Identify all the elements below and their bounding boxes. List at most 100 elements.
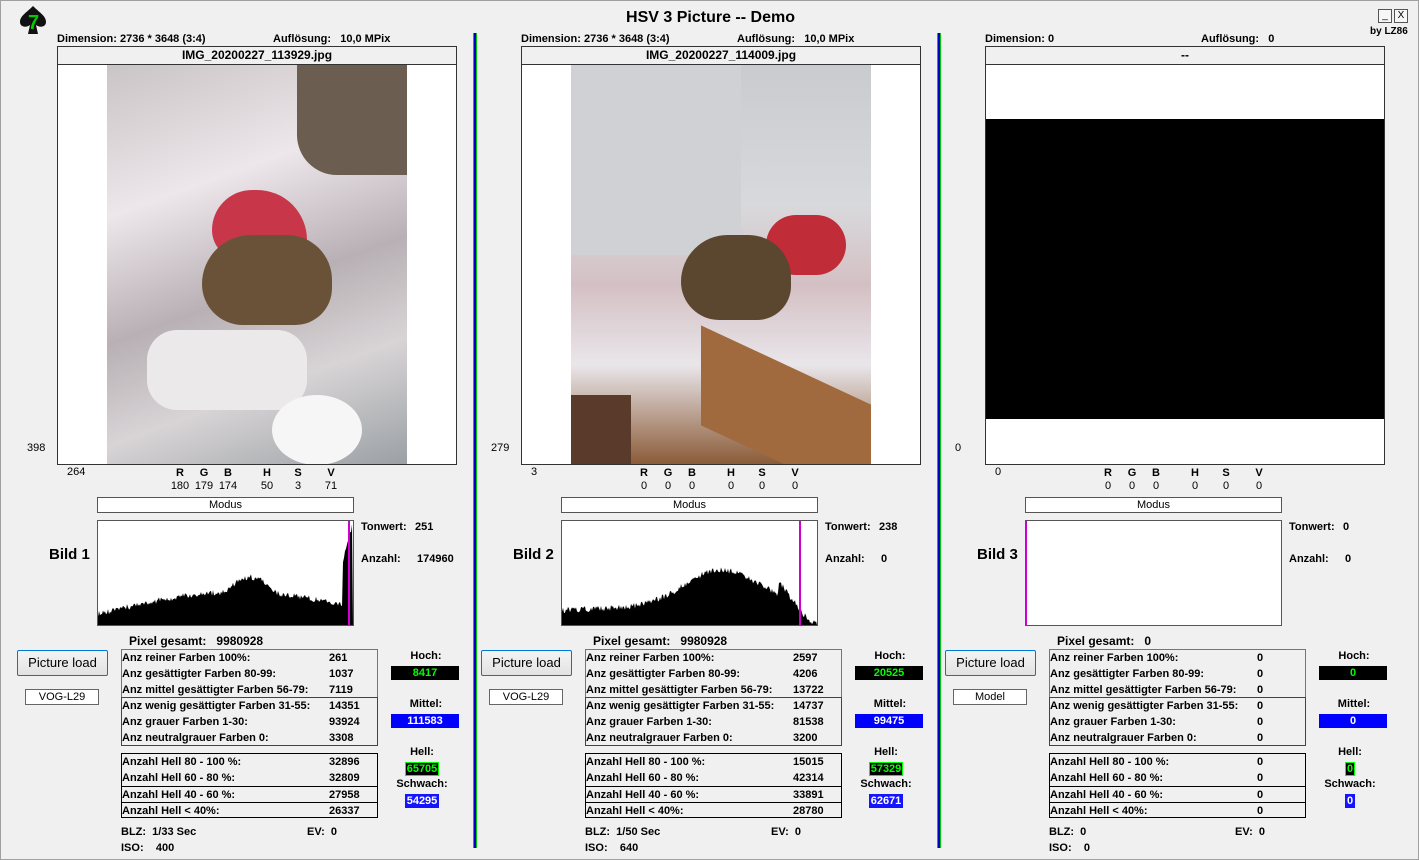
picture-load-button[interactable]: Picture load: [17, 650, 108, 676]
s-label: S: [1213, 467, 1239, 479]
stat-row: Anz reiner Farben 100%: 261: [122, 650, 377, 666]
r-label: R: [1095, 467, 1121, 479]
anzahl-value: 0: [1345, 553, 1351, 565]
stat-row: Anz reiner Farben 100%: 0: [1050, 650, 1305, 666]
histogram[interactable]: [1025, 520, 1282, 626]
stat-row: Anzahl Hell < 40%: 26337: [122, 802, 377, 818]
histogram-area: [562, 567, 817, 625]
stat-row: Anzahl Hell 40 - 60 %: 27958: [122, 786, 377, 802]
g-value: 0: [1119, 480, 1145, 492]
filename-label: --: [985, 46, 1385, 64]
stat-row: Anzahl Hell 60 - 80 %: 32809: [122, 770, 377, 786]
x-coordinate: 3: [531, 466, 537, 478]
hoch-value: 0: [1319, 666, 1387, 680]
hell-label: Hell:: [861, 746, 911, 758]
blz-label: BLZ: 1/33 Sec: [121, 826, 196, 838]
y-coordinate: 0: [955, 442, 961, 454]
hell-value: 0: [1315, 762, 1385, 776]
h-label: H: [1182, 467, 1208, 479]
stat-row: Anzahl Hell 60 - 80 %: 42314: [586, 770, 841, 786]
hoch-label: Hoch:: [1329, 650, 1379, 662]
v-label: V: [782, 467, 808, 479]
stat-row: Anz mittel gesättigter Farben 56-79: 7119: [122, 682, 377, 698]
mittel-label: Mittel:: [1329, 698, 1379, 710]
picture-load-button[interactable]: Picture load: [945, 650, 1036, 676]
stat-row: Anzahl Hell 80 - 100 %: 32896: [122, 754, 377, 770]
anzahl-label: Anzahl:: [1289, 553, 1329, 565]
filename-label: IMG_20200227_113929.jpg: [57, 46, 457, 64]
v-value: 0: [782, 480, 808, 492]
brightness-group: Anzahl Hell 80 - 100 %: 15015 Anzahl Hell…: [585, 753, 842, 818]
hoch-label: Hoch:: [401, 650, 451, 662]
image-panel-1: Dimension: 2736 * 3648 (3:4) Auflösung: …: [17, 1, 481, 860]
x-coordinate: 264: [67, 466, 85, 478]
pixel-gesamt: Pixel gesamt: 0: [1057, 634, 1151, 648]
histogram[interactable]: [97, 520, 354, 626]
histogram[interactable]: [561, 520, 818, 626]
image-panel-3: Dimension: 0 Auflösung: 0 -- 0 0 R G B H…: [945, 1, 1409, 860]
h-label: H: [254, 467, 280, 479]
s-value: 3: [285, 480, 311, 492]
stat-row: Anz gesättigter Farben 80-99: 4206: [586, 666, 841, 682]
tonwert-value: 251: [415, 521, 433, 533]
mittel-value: 111583: [391, 714, 459, 728]
hell-value: 57329: [851, 762, 921, 776]
v-value: 71: [318, 480, 344, 492]
b-label: B: [1143, 467, 1169, 479]
brightness-group: Anzahl Hell 80 - 100 %: 0 Anzahl Hell 60 …: [1049, 753, 1306, 818]
hell-value: 65705: [387, 762, 457, 776]
photo-placeholder: [986, 119, 1384, 419]
v-label: V: [1246, 467, 1272, 479]
hell-label: Hell:: [397, 746, 447, 758]
hoch-value: 20525: [855, 666, 923, 680]
hoch-value: 8417: [391, 666, 459, 680]
stat-row: Anz reiner Farben 100%: 2597: [586, 650, 841, 666]
stat-row: Anzahl Hell 40 - 60 %: 0: [1050, 786, 1305, 802]
s-value: 0: [749, 480, 775, 492]
stat-row: Anz neutralgrauer Farben 0: 3200: [586, 730, 841, 746]
stat-row: Anzahl Hell 60 - 80 %: 0: [1050, 770, 1305, 786]
image-preview[interactable]: [521, 64, 921, 465]
histogram-area: [98, 525, 353, 626]
g-label: G: [1119, 467, 1145, 479]
bild-label: Bild 2: [513, 546, 554, 563]
stat-row: Anz neutralgrauer Farben 0: 0: [1050, 730, 1305, 746]
anzahl-label: Anzahl:: [361, 553, 401, 565]
photo-cat-2: [571, 65, 871, 465]
image-preview[interactable]: [985, 64, 1385, 465]
r-label: R: [631, 467, 657, 479]
stat-row: Anzahl Hell 80 - 100 %: 0: [1050, 754, 1305, 770]
h-value: 0: [1182, 480, 1208, 492]
camera-model-field: Model: [953, 689, 1027, 705]
picture-load-button[interactable]: Picture load: [481, 650, 572, 676]
ev-label: EV: 0: [1235, 826, 1265, 838]
modus-select[interactable]: Modus: [97, 497, 354, 513]
iso-label: ISO: 400: [121, 842, 174, 854]
bild-label: Bild 3: [977, 546, 1018, 563]
image-preview[interactable]: [57, 64, 457, 465]
dimension-label: Dimension: 2736 * 3648 (3:4): [57, 33, 206, 45]
dimension-label: Dimension: 2736 * 3648 (3:4): [521, 33, 670, 45]
b-value: 0: [679, 480, 705, 492]
g-label: G: [191, 467, 217, 479]
app-window: { "app":{"title":"HSV 3 Picture -- Demo"…: [0, 0, 1419, 860]
r-value: 0: [631, 480, 657, 492]
saturation-low-group: Anz wenig gesättigter Farben 31-55: 14351…: [121, 697, 378, 746]
b-value: 174: [215, 480, 241, 492]
stat-row: Anzahl Hell 40 - 60 %: 33891: [586, 786, 841, 802]
anzahl-value: 0: [881, 553, 887, 565]
stat-row: Anzahl Hell < 40%: 0: [1050, 802, 1305, 818]
blz-label: BLZ: 0: [1049, 826, 1086, 838]
tonwert-value: 0: [1343, 521, 1349, 533]
mittel-label: Mittel:: [865, 698, 915, 710]
saturation-low-group: Anz wenig gesättigter Farben 31-55: 14737…: [585, 697, 842, 746]
stat-row: Anzahl Hell < 40%: 28780: [586, 802, 841, 818]
r-value: 180: [167, 480, 193, 492]
modus-select[interactable]: Modus: [561, 497, 818, 513]
modus-select[interactable]: Modus: [1025, 497, 1282, 513]
filename-label: IMG_20200227_114009.jpg: [521, 46, 921, 64]
v-label: V: [318, 467, 344, 479]
saturation-high-group: Anz reiner Farben 100%: 0 Anz gesättigter…: [1049, 649, 1306, 698]
stat-row: Anz mittel gesättigter Farben 56-79: 0: [1050, 682, 1305, 698]
pixel-gesamt: Pixel gesamt: 9980928: [129, 634, 263, 648]
